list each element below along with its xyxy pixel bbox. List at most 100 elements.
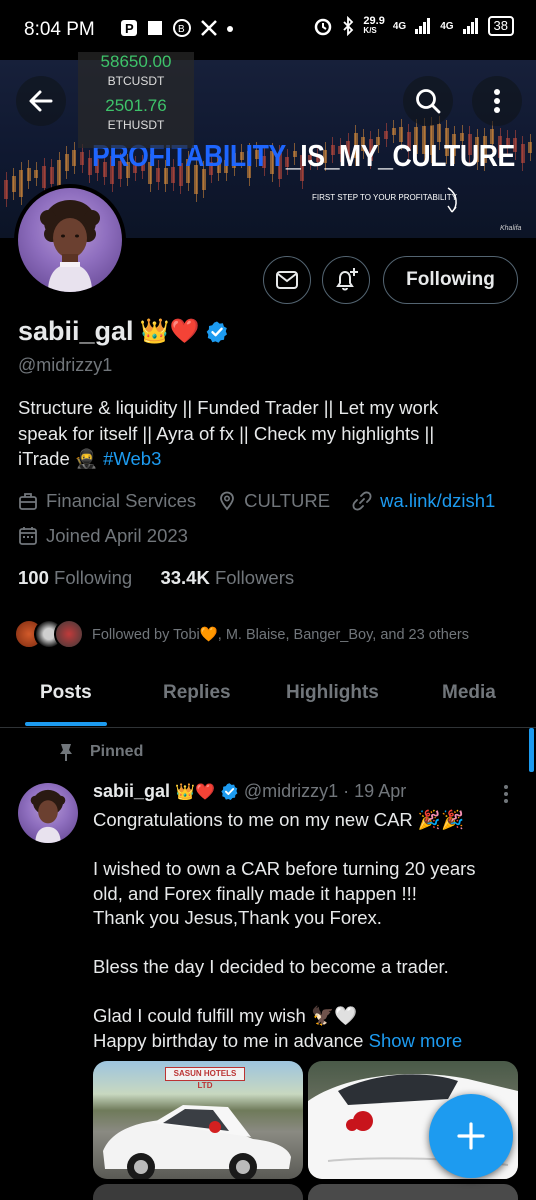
plus-icon — [457, 1122, 485, 1150]
pin-icon — [60, 744, 72, 761]
profile-avatar[interactable] — [14, 184, 126, 296]
message-button[interactable] — [263, 256, 311, 304]
hotel-sign: SASUN HOTELS LTD — [165, 1067, 245, 1090]
followers-count-link[interactable]: 33.4K Followers — [160, 567, 294, 588]
status-bar: 8:04 PM P B 29.9 K/S 4G 4G 38 — [0, 0, 536, 60]
signal-icon-2 — [462, 18, 478, 34]
post-line: Happy birthday to me in advance — [93, 1029, 369, 1051]
banner-candle — [19, 169, 24, 197]
pinned-label: Pinned — [58, 742, 143, 762]
post-photo-1[interactable]: SASUN HOTELS LTD — [93, 1061, 303, 1179]
banner-candle — [391, 127, 396, 135]
message-icon — [276, 271, 298, 289]
profile-bio: Structure & liquidity || Funded Trader |… — [18, 395, 518, 472]
signal-icon-1 — [415, 18, 431, 34]
tab-highlights[interactable]: Highlights — [286, 682, 379, 704]
net-speed: 29.9 K/S — [363, 16, 384, 36]
banner-candle — [26, 168, 31, 181]
banner-candle — [34, 169, 39, 178]
more-options-button[interactable] — [472, 76, 522, 126]
notification-square-icon — [148, 21, 162, 35]
banner-candle — [520, 144, 525, 163]
banner-candle — [528, 142, 533, 153]
status-notification-icons: P B — [120, 18, 234, 38]
post-author-name[interactable]: sabii_gal — [93, 781, 170, 802]
ticker-eth-symbol: ETHUSDT — [107, 118, 165, 132]
post-author-handle[interactable]: @midrizzy1 — [244, 781, 338, 802]
avatar-image — [18, 188, 122, 292]
link-icon — [352, 491, 372, 511]
profile-meta-row: Financial Services CULTURE wa.link/dzish… — [18, 490, 495, 512]
post-line: Congratulations to me on my new CAR 🎉🎉 — [93, 809, 464, 830]
followers-count: 33.4K — [160, 567, 210, 588]
post-date[interactable]: · 19 Apr — [343, 781, 406, 802]
followers-label: Followers — [214, 567, 295, 588]
profile-name: sabii_gal 👑❤️ — [18, 316, 229, 347]
verified-badge-icon[interactable] — [205, 320, 229, 344]
bio-hashtag-link[interactable]: #Web3 — [103, 448, 161, 469]
banner-candle — [11, 175, 16, 193]
alarm-icon — [315, 18, 332, 36]
verified-badge-icon — [221, 783, 238, 800]
calendar-icon — [19, 527, 37, 545]
compose-post-button[interactable] — [429, 1094, 513, 1178]
net-speed-value: 29.9 — [363, 15, 385, 27]
profile-category[interactable]: Financial Services — [46, 490, 196, 512]
profile-website-link[interactable]: wa.link/dzish1 — [380, 490, 495, 512]
tab-replies[interactable]: Replies — [163, 682, 231, 704]
active-tab-indicator — [25, 722, 107, 726]
banner-subtitle: FIRST STEP TO YOUR PROFITABILITY — [312, 193, 457, 202]
ticker-btc-symbol: BTCUSDT — [107, 74, 165, 88]
notification-coin-icon: B — [173, 19, 191, 37]
tab-media[interactable]: Media — [442, 682, 496, 704]
back-button[interactable] — [16, 76, 66, 126]
bell-plus-icon — [336, 268, 358, 291]
profile-handle: @midrizzy1 — [18, 355, 113, 375]
search-icon — [416, 89, 441, 114]
post-more-button[interactable] — [502, 784, 510, 804]
follower-avatar-3 — [54, 619, 84, 649]
back-arrow-icon — [29, 90, 53, 112]
briefcase-icon — [19, 493, 37, 510]
post-line: old, and Forex finally made it happen !!… — [93, 882, 417, 904]
post-header: sabii_gal 👑❤️ @midrizzy1 · 19 Apr — [93, 781, 406, 802]
post-text: Congratulations to me on my new CAR 🎉🎉 I… — [93, 808, 513, 1053]
scrollbar[interactable] — [529, 728, 534, 772]
notifications-button[interactable] — [322, 256, 370, 304]
banner-candle — [72, 149, 77, 166]
banner-candle — [4, 179, 8, 200]
profile-location: CULTURE — [244, 490, 331, 511]
battery-indicator: 38 — [487, 16, 514, 36]
crypto-ticker-overlay: 58650.00 BTCUSDT 2501.76 ETHUSDT — [78, 52, 194, 148]
location-icon — [220, 491, 235, 511]
show-more-link[interactable]: Show more — [369, 1030, 463, 1051]
pinned-text: Pinned — [90, 743, 144, 760]
following-button[interactable]: Following — [383, 256, 518, 304]
ticker-eth-price: 2501.76 — [105, 96, 167, 115]
post-line: Thank you Jesus,Thank you Forex. — [93, 907, 382, 928]
banner-candle — [42, 165, 46, 189]
post-author-emoji: 👑❤️ — [175, 783, 215, 801]
tab-posts[interactable]: Posts — [40, 682, 92, 704]
banner-candle — [87, 158, 92, 176]
follower-avatars — [14, 619, 84, 649]
profile-tabs: Posts Replies Highlights Media — [0, 668, 536, 728]
net-type-2: 4G — [440, 20, 454, 32]
profile-name-emoji: 👑❤️ — [139, 318, 200, 345]
banner-candle — [64, 154, 69, 171]
post-photo-3[interactable] — [93, 1184, 303, 1200]
banner-candle — [80, 151, 84, 165]
status-time: 8:04 PM — [24, 19, 95, 40]
search-button[interactable] — [403, 76, 453, 126]
bio-line-1: Structure & liquidity || Funded Trader |… — [18, 397, 439, 418]
bio-line-2: speak for itself || Ayra of fx || Check … — [18, 422, 435, 444]
more-vertical-icon — [494, 89, 500, 113]
notification-x-icon — [201, 20, 217, 36]
post-photo-4[interactable] — [308, 1184, 518, 1200]
post-line: Glad I could fulfill my wish 🦅🤍 — [93, 1005, 358, 1026]
following-label: Following — [54, 567, 133, 588]
followed-by-row[interactable]: Followed by Tobi🧡, M. Blaise, Banger_Boy… — [14, 616, 469, 652]
following-count-link[interactable]: 100 Following — [18, 567, 132, 588]
post-author-avatar[interactable] — [18, 783, 78, 843]
followed-by-text: Followed by Tobi🧡, M. Blaise, Banger_Boy… — [92, 626, 469, 643]
